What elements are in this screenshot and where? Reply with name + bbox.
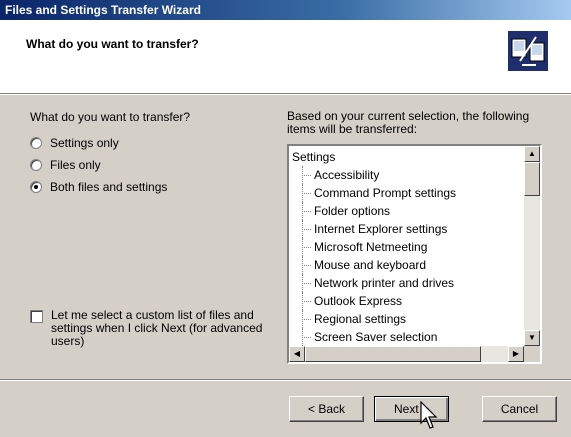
tree-item[interactable]: Accessibility bbox=[292, 166, 520, 184]
mouse-pointer-icon bbox=[420, 401, 438, 429]
scroll-left-icon[interactable]: ◀ bbox=[289, 346, 305, 362]
radio-button[interactable] bbox=[30, 181, 42, 193]
transfer-items-tree[interactable]: Settings Accessibility Command Prompt se… bbox=[287, 144, 542, 364]
tree-item[interactable]: Microsoft Netmeeting bbox=[292, 238, 520, 256]
vertical-scroll-thumb[interactable] bbox=[524, 162, 540, 196]
tree-item[interactable]: Command Prompt settings bbox=[292, 184, 520, 202]
tree-item[interactable]: Folder options bbox=[292, 202, 520, 220]
tree-item[interactable]: Screen Saver selection bbox=[292, 328, 520, 346]
tree-item[interactable]: Network printer and drives bbox=[292, 274, 520, 292]
radio-settings-only[interactable]: Settings only bbox=[30, 136, 119, 150]
vertical-scrollbar[interactable]: ▲ ▼ bbox=[524, 146, 540, 346]
scroll-up-icon[interactable]: ▲ bbox=[524, 146, 540, 162]
wizard-header: What do you want to transfer? bbox=[0, 20, 571, 94]
back-button[interactable]: < Back bbox=[289, 396, 364, 422]
custom-list-option[interactable]: Let me select a custom list of files and… bbox=[30, 309, 270, 348]
tree-item[interactable]: Internet Explorer settings bbox=[292, 220, 520, 238]
cancel-button[interactable]: Cancel bbox=[482, 396, 557, 422]
tree-item[interactable]: Outlook Express bbox=[292, 292, 520, 310]
wizard-window: Files and Settings Transfer Wizard What … bbox=[0, 0, 571, 437]
header-divider bbox=[0, 94, 571, 95]
tree-content: Settings Accessibility Command Prompt se… bbox=[292, 148, 520, 346]
title-bar[interactable]: Files and Settings Transfer Wizard bbox=[0, 0, 571, 20]
transfer-wizard-icon bbox=[508, 31, 548, 71]
radio-label: Settings only bbox=[50, 136, 119, 150]
horizontal-scroll-thumb[interactable] bbox=[305, 346, 481, 362]
custom-list-label: Let me select a custom list of files and… bbox=[51, 308, 263, 348]
horizontal-scrollbar[interactable]: ◀ ▶ bbox=[289, 346, 524, 362]
footer-divider bbox=[0, 379, 571, 381]
scroll-down-icon[interactable]: ▼ bbox=[524, 330, 540, 346]
transfer-items-label: Based on your current selection, the fol… bbox=[287, 109, 530, 136]
header-title: What do you want to transfer? bbox=[26, 37, 199, 51]
transfer-question-label: What do you want to transfer? bbox=[30, 110, 191, 124]
radio-label: Both files and settings bbox=[50, 180, 168, 194]
radio-label: Files only bbox=[50, 158, 101, 172]
radio-both-files-and-settings[interactable]: Both files and settings bbox=[30, 180, 167, 194]
scrollbar-corner bbox=[524, 346, 540, 362]
custom-list-checkbox[interactable] bbox=[30, 310, 43, 323]
radio-button[interactable] bbox=[30, 159, 42, 171]
tree-item[interactable]: Regional settings bbox=[292, 310, 520, 328]
tree-root[interactable]: Settings bbox=[292, 148, 520, 166]
tree-item[interactable]: Mouse and keyboard bbox=[292, 256, 520, 274]
scroll-right-icon[interactable]: ▶ bbox=[508, 346, 524, 362]
radio-button[interactable] bbox=[30, 137, 42, 149]
radio-files-only[interactable]: Files only bbox=[30, 158, 101, 172]
